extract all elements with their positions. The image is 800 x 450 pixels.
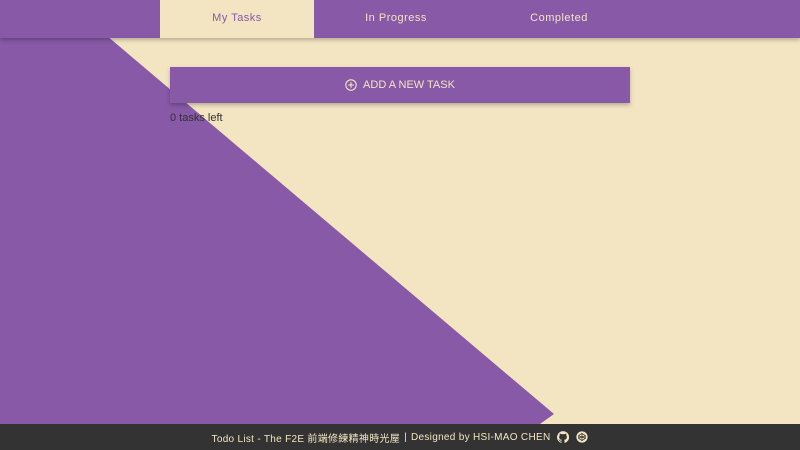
tasks-left-count: 0 tasks left bbox=[170, 112, 223, 124]
codepen-icon[interactable] bbox=[576, 431, 589, 443]
plus-circle-icon bbox=[345, 79, 357, 91]
github-icon[interactable] bbox=[557, 431, 570, 443]
add-task-button[interactable]: ADD A NEW TASK bbox=[170, 67, 630, 103]
footer-title: Todo List - The F2E 前端修練精神時光屋 bbox=[211, 433, 401, 445]
footer-separator: | bbox=[404, 431, 407, 443]
footer-credit: Designed by HSI-MAO CHEN bbox=[411, 431, 551, 443]
tab-completed[interactable]: Completed bbox=[478, 0, 640, 38]
tab-my-tasks[interactable]: My Tasks bbox=[160, 0, 314, 38]
tab-bar: My Tasks In Progress Completed bbox=[0, 0, 800, 38]
tab-in-progress[interactable]: In Progress bbox=[314, 0, 478, 38]
add-task-label: ADD A NEW TASK bbox=[363, 79, 455, 91]
page: My Tasks In Progress Completed ADD A NEW… bbox=[0, 0, 800, 450]
footer: Todo List - The F2E 前端修練精神時光屋 | Designed… bbox=[0, 424, 800, 450]
